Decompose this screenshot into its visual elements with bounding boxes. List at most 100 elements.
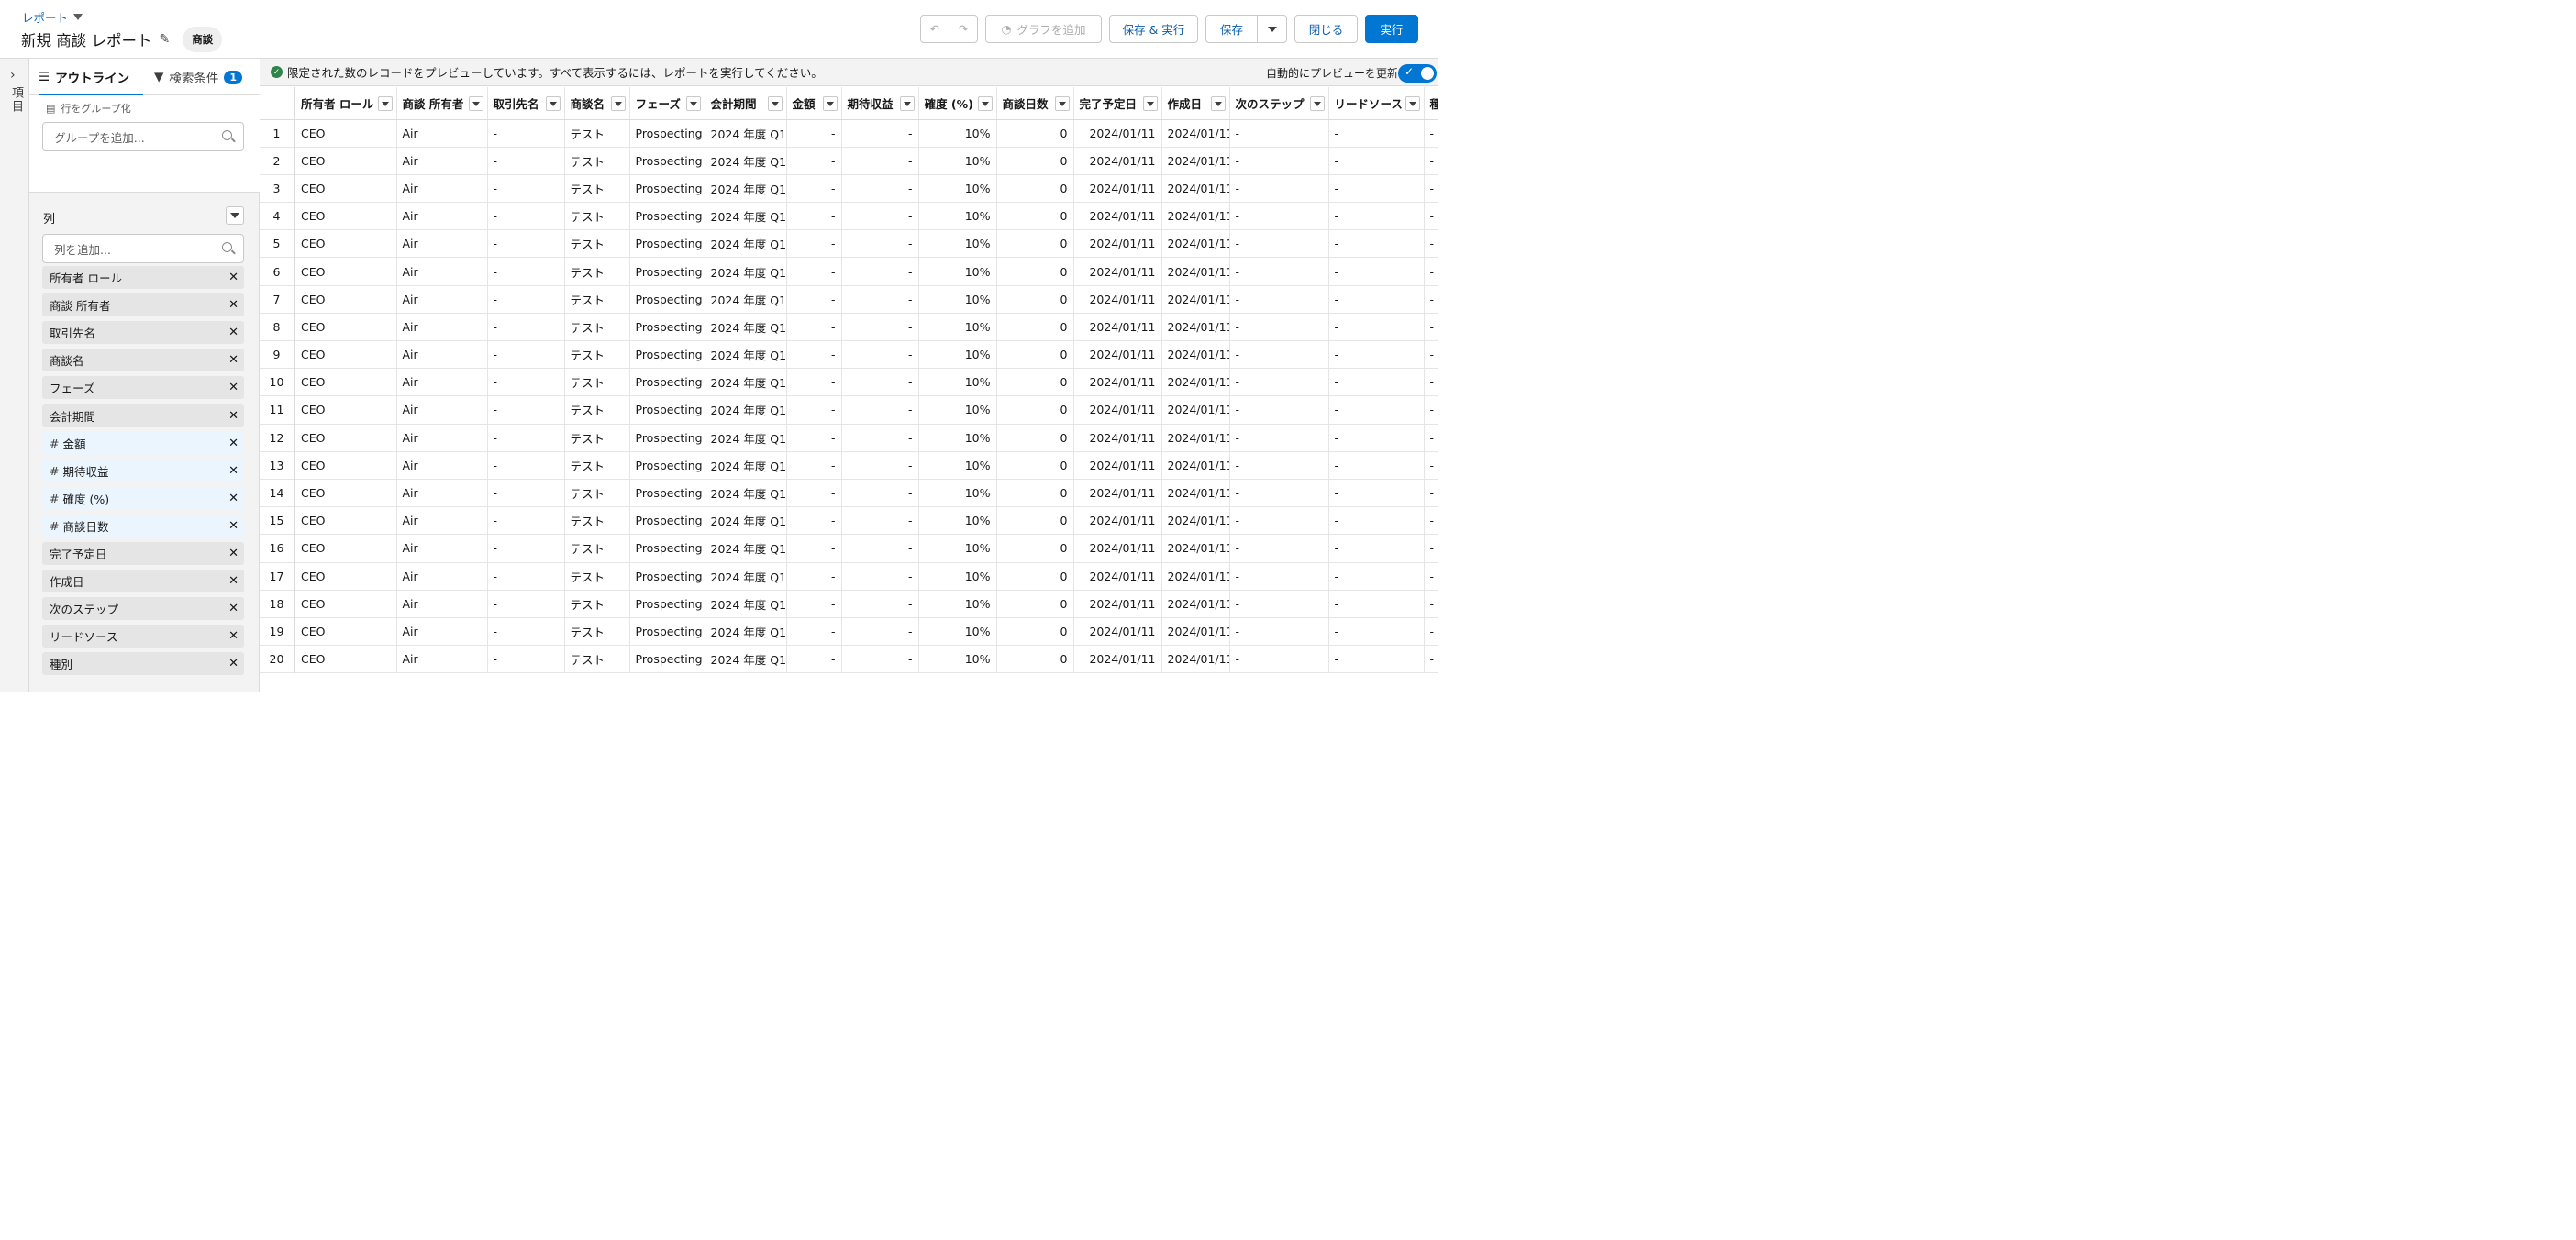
redo-button[interactable]: ↷ — [949, 15, 978, 43]
table-cell: - — [487, 174, 565, 204]
column-header[interactable]: 期待収益 — [841, 87, 919, 120]
column-menu-icon[interactable] — [1309, 96, 1325, 111]
table-cell: - — [1229, 479, 1329, 508]
column-menu-icon[interactable] — [1405, 96, 1420, 111]
chevron-down-icon[interactable] — [73, 14, 83, 20]
column-pill[interactable]: # 期待収益 ✕ — [42, 459, 244, 482]
column-header[interactable]: 確度 (%) — [918, 87, 997, 120]
remove-column-icon[interactable]: ✕ — [228, 298, 239, 312]
table-cell: 2024/01/11 — [1161, 395, 1230, 425]
column-menu-icon[interactable] — [899, 96, 915, 111]
group-search-input[interactable]: グループを追加... — [42, 122, 244, 151]
column-menu-icon[interactable] — [1142, 96, 1158, 111]
table-cell: - — [1424, 534, 1438, 563]
table-cell: - — [1424, 562, 1438, 591]
remove-column-icon[interactable]: ✕ — [228, 547, 239, 560]
column-pill[interactable]: 次のステップ ✕ — [42, 597, 244, 621]
remove-column-icon[interactable]: ✕ — [228, 409, 239, 423]
column-header[interactable]: 種 — [1424, 87, 1438, 120]
column-pill[interactable]: 完了予定日 ✕ — [42, 542, 244, 565]
row-number: 11 — [260, 395, 295, 425]
auto-update-toggle[interactable]: ✓ — [1398, 64, 1437, 83]
column-header[interactable]: フェーズ — [629, 87, 705, 120]
table-cell: CEO — [294, 147, 397, 175]
table-cell: 10% — [918, 479, 997, 508]
column-pill[interactable]: 作成日 ✕ — [42, 570, 244, 593]
column-menu-icon[interactable] — [977, 96, 993, 111]
column-pill[interactable]: 商談 所有者 ✕ — [42, 293, 244, 317]
table-cell: 2024/01/11 — [1161, 617, 1230, 647]
save-menu-button[interactable] — [1257, 15, 1287, 43]
remove-column-icon[interactable]: ✕ — [228, 326, 239, 339]
close-button[interactable]: 閉じる — [1294, 15, 1358, 43]
column-menu-icon[interactable] — [545, 96, 561, 111]
column-header[interactable]: 金額 — [786, 87, 842, 120]
remove-column-icon[interactable]: ✕ — [228, 602, 239, 615]
column-pill[interactable]: フェーズ ✕ — [42, 376, 244, 400]
save-button[interactable]: 保存 — [1205, 15, 1258, 43]
column-menu-icon[interactable] — [767, 96, 783, 111]
remove-column-icon[interactable]: ✕ — [228, 464, 239, 478]
table-cell: - — [1328, 645, 1425, 674]
row-number: 1 — [260, 119, 295, 148]
remove-column-icon[interactable]: ✕ — [228, 629, 239, 643]
column-header[interactable]: リードソース — [1328, 87, 1425, 120]
run-button[interactable]: 実行 — [1365, 15, 1418, 43]
table-cell: - — [1424, 313, 1438, 342]
column-pill[interactable]: リードソース ✕ — [42, 625, 244, 648]
column-header[interactable]: 作成日 — [1161, 87, 1230, 120]
column-pill[interactable]: # 確度 (%) ✕ — [42, 486, 244, 510]
remove-column-icon[interactable]: ✕ — [228, 519, 239, 533]
tab-outline[interactable]: ☰ アウトライン — [39, 59, 143, 96]
table-row: 16 CEO Air - テスト Prospecting 2024 年度 Q1- -10% 0 2… — [260, 534, 1438, 563]
column-header[interactable]: 商談日数 — [996, 87, 1074, 120]
table-cell: Prospecting — [629, 313, 705, 342]
column-menu-icon[interactable] — [822, 96, 838, 111]
column-menu-icon[interactable] — [377, 96, 393, 111]
column-header[interactable]: 商談名 — [564, 87, 630, 120]
remove-column-icon[interactable]: ✕ — [228, 381, 239, 394]
remove-column-icon[interactable]: ✕ — [228, 353, 239, 367]
tab-filters[interactable]: ▼ 検索条件 1 — [154, 59, 243, 95]
breadcrumb-reports-link[interactable]: レポート — [22, 8, 68, 26]
column-menu-icon[interactable] — [468, 96, 483, 111]
fields-rail-label[interactable]: 項目 — [7, 86, 25, 114]
remove-column-icon[interactable]: ✕ — [228, 437, 239, 450]
breadcrumb[interactable]: レポート — [22, 8, 83, 26]
column-pill[interactable]: 商談名 ✕ — [42, 349, 244, 372]
column-pill[interactable]: # 商談日数 ✕ — [42, 514, 244, 537]
remove-column-icon[interactable]: ✕ — [228, 574, 239, 588]
edit-pencil-icon[interactable]: ✎ — [160, 32, 171, 47]
remove-column-icon[interactable]: ✕ — [228, 657, 239, 670]
column-header[interactable]: 会計期間 — [705, 87, 787, 120]
add-chart-button[interactable]: ◔ グラフを追加 — [985, 15, 1102, 43]
column-menu-icon[interactable] — [685, 96, 701, 111]
table-cell: Air — [396, 229, 488, 259]
column-pill[interactable]: 取引先名 ✕ — [42, 321, 244, 345]
column-pill[interactable]: 所有者 ロール ✕ — [42, 266, 244, 289]
table-cell: - — [1229, 119, 1329, 148]
column-menu-icon[interactable] — [1210, 96, 1226, 111]
undo-button[interactable]: ↶ — [920, 15, 949, 43]
column-header[interactable]: 次のステップ — [1229, 87, 1329, 120]
save-and-run-button[interactable]: 保存 & 実行 — [1109, 15, 1198, 43]
column-header[interactable]: 商談 所有者 — [396, 87, 488, 120]
column-header[interactable]: 取引先名 — [487, 87, 565, 120]
remove-column-icon[interactable]: ✕ — [228, 271, 239, 284]
column-pill[interactable]: 会計期間 ✕ — [42, 404, 244, 427]
table-cell: 10% — [918, 562, 997, 591]
column-menu-icon[interactable] — [610, 96, 626, 111]
column-search-input[interactable]: 列を追加... — [42, 234, 244, 263]
fields-rail[interactable]: › 項目 — [0, 59, 29, 692]
table-cell: - — [786, 562, 842, 591]
chevron-right-icon[interactable]: › — [10, 68, 16, 83]
column-header[interactable]: 所有者 ロール — [294, 87, 397, 120]
table-cell: - — [1328, 479, 1425, 508]
column-pill[interactable]: # 金額 ✕ — [42, 431, 244, 455]
column-menu-icon[interactable] — [1054, 96, 1070, 111]
remove-column-icon[interactable]: ✕ — [228, 492, 239, 505]
column-header[interactable]: 完了予定日 — [1073, 87, 1162, 120]
column-pill[interactable]: 種別 ✕ — [42, 652, 244, 676]
columns-menu-button[interactable] — [226, 206, 244, 225]
table-row: 8 CEO Air - テスト Prospecting 2024 年度 Q1- -10% 0 20… — [260, 313, 1438, 342]
